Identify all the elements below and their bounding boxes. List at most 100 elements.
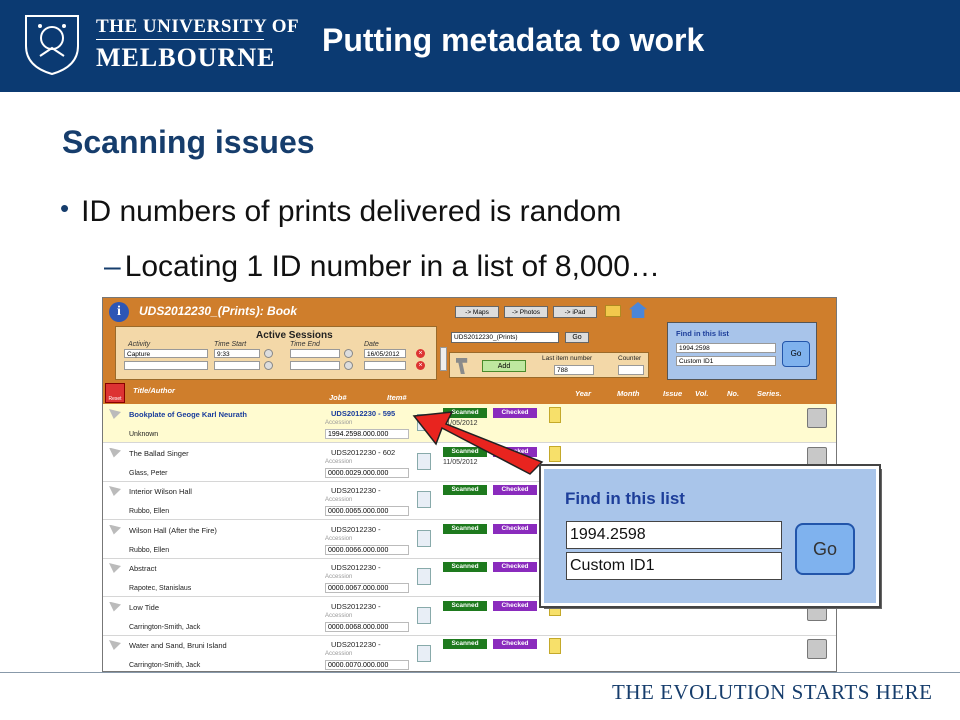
find-id-field[interactable]: 1994.2598 xyxy=(566,521,782,549)
document-icon[interactable] xyxy=(417,645,431,662)
accession-label: Accession xyxy=(325,535,353,542)
pin-icon[interactable] xyxy=(109,640,121,650)
checked-badge[interactable]: Checked xyxy=(493,600,537,611)
clock-icon[interactable] xyxy=(344,349,353,358)
time-start-field[interactable]: 9:33 xyxy=(214,349,260,358)
document-icon[interactable] xyxy=(417,606,431,624)
accession-label: Accession xyxy=(325,497,353,503)
trolley-icon[interactable] xyxy=(807,446,827,467)
list-item[interactable]: Bookplate of Geoge Karl Neurath Unknown UD… xyxy=(103,404,836,443)
accession-field[interactable]: 0000.0067.000.000 xyxy=(325,583,409,593)
accession-label: Accession xyxy=(325,574,353,580)
document-icon[interactable] xyxy=(417,529,431,547)
checked-badge[interactable]: Checked xyxy=(493,639,537,649)
sessions-scrollbar[interactable] xyxy=(440,347,447,371)
accession-field[interactable]: 0000.0029.000.000 xyxy=(325,467,409,478)
activity-field[interactable]: Capture xyxy=(124,349,208,358)
ipad-button[interactable]: -> iPad xyxy=(553,306,597,318)
accession-field[interactable]: 0000.0070.000.000 xyxy=(325,660,409,670)
delete-icon[interactable]: × xyxy=(416,349,425,358)
scanned-badge[interactable]: Scanned xyxy=(443,408,487,418)
date-field[interactable]: 16/05/2012 xyxy=(364,349,406,358)
item-author: Rapotec, Stanislaus xyxy=(129,585,192,592)
date-field[interactable] xyxy=(364,361,406,370)
item-title: The Ballad Singer xyxy=(129,448,189,458)
checked-badge[interactable]: Checked xyxy=(493,562,537,572)
document-icon[interactable] xyxy=(417,491,431,508)
accession-field[interactable]: 0000.0068.000.000 xyxy=(325,621,409,632)
item-job-number: UDS2012230 - xyxy=(331,486,381,495)
accession-field[interactable]: 1994.2598.000.000 xyxy=(325,429,409,439)
document-icon[interactable] xyxy=(417,414,431,431)
checked-badge[interactable]: Checked xyxy=(493,446,537,457)
document-icon[interactable] xyxy=(417,452,431,470)
find-id-field[interactable]: 1994.2598 xyxy=(676,343,776,353)
list-item[interactable]: Water and Sand, Bruni Island Carrington-S… xyxy=(103,635,836,671)
counter-label: Counter xyxy=(618,355,642,362)
home-icon[interactable] xyxy=(629,302,647,318)
scanned-badge[interactable]: Scanned xyxy=(443,600,487,611)
scanned-badge[interactable]: Scanned xyxy=(443,562,487,572)
time-end-field[interactable] xyxy=(290,361,340,370)
sub-bullet-text: Locating 1 ID number in a list of 8,000… xyxy=(124,250,660,283)
delete-icon[interactable]: × xyxy=(416,361,425,370)
add-item-panel: Add Last item number 788 Counter xyxy=(449,352,649,378)
find-go-button[interactable]: Go xyxy=(795,523,855,575)
accession-label: Accession xyxy=(325,651,353,657)
clock-icon[interactable] xyxy=(344,361,353,370)
scanned-badge[interactable]: Scanned xyxy=(443,523,487,534)
col-activity: Activity xyxy=(128,341,151,348)
note-icon[interactable] xyxy=(549,407,561,423)
maps-button[interactable]: -> Maps xyxy=(455,306,499,318)
activity-field[interactable] xyxy=(124,361,208,370)
note-icon[interactable] xyxy=(549,638,561,654)
reset-button[interactable]: Reset xyxy=(105,383,125,403)
pin-icon[interactable] xyxy=(109,524,121,535)
col-month: Month xyxy=(617,389,640,398)
find-type-field[interactable]: Custom ID1 xyxy=(566,552,782,580)
item-title: Water and Sand, Bruni Island xyxy=(129,641,227,650)
find-panel-zoomed: Find in this list 1994.2598 Custom ID1 G… xyxy=(539,464,881,608)
pin-icon[interactable] xyxy=(109,563,121,573)
col-time-end: Time End xyxy=(290,341,320,348)
accession-field[interactable]: 0000.0065.000.000 xyxy=(325,506,409,516)
item-title: Wilson Hall (After the Fire) xyxy=(129,525,217,535)
col-date: Date xyxy=(364,341,379,348)
checked-badge[interactable]: Checked xyxy=(493,523,537,534)
trolley-icon[interactable] xyxy=(807,408,827,428)
add-button[interactable]: Add xyxy=(482,360,526,372)
active-sessions-panel: Active Sessions Activity Time Start Time… xyxy=(115,326,447,380)
time-end-field[interactable] xyxy=(290,349,340,358)
go-button[interactable]: Go xyxy=(565,332,589,343)
clock-icon[interactable] xyxy=(264,361,273,370)
counter-field[interactable] xyxy=(618,365,644,375)
pin-icon[interactable] xyxy=(109,486,121,496)
scanned-badge[interactable]: Scanned xyxy=(443,639,487,649)
list-header: Reset Title/Author Job# Item# Year Month… xyxy=(103,382,836,404)
trolley-icon[interactable] xyxy=(807,639,827,659)
folder-icon[interactable] xyxy=(605,305,621,317)
university-name-line2: MELBOURNE xyxy=(96,43,276,72)
accession-field[interactable]: 0000.0066.000.000 xyxy=(325,544,409,555)
scanned-badge[interactable]: Scanned xyxy=(443,485,487,495)
time-start-field[interactable] xyxy=(214,361,260,370)
clock-icon[interactable] xyxy=(264,349,273,358)
bullet-item: • ID numbers of prints delivered is rando… xyxy=(60,193,622,229)
note-icon[interactable] xyxy=(549,445,561,462)
pin-icon[interactable] xyxy=(109,409,121,419)
checked-badge[interactable]: Checked xyxy=(493,485,537,495)
find-type-field[interactable]: Custom ID1 xyxy=(676,356,776,366)
pin-icon[interactable] xyxy=(109,601,121,612)
bullet-text: ID numbers of prints delivered is random xyxy=(81,195,622,228)
document-icon[interactable] xyxy=(417,568,431,585)
checked-badge[interactable]: Checked xyxy=(493,408,537,418)
job-id-field[interactable]: UDS2012230_(Prints) xyxy=(451,332,559,343)
info-icon[interactable]: i xyxy=(109,302,129,322)
find-go-button[interactable]: Go xyxy=(782,341,810,367)
photos-button[interactable]: -> Photos xyxy=(504,306,548,318)
last-item-field[interactable]: 788 xyxy=(554,365,594,375)
col-vol: Vol. xyxy=(695,389,709,398)
page-title: Putting metadata to work xyxy=(322,22,705,58)
pin-icon[interactable] xyxy=(109,447,121,458)
scanned-badge[interactable]: Scanned xyxy=(443,446,487,457)
